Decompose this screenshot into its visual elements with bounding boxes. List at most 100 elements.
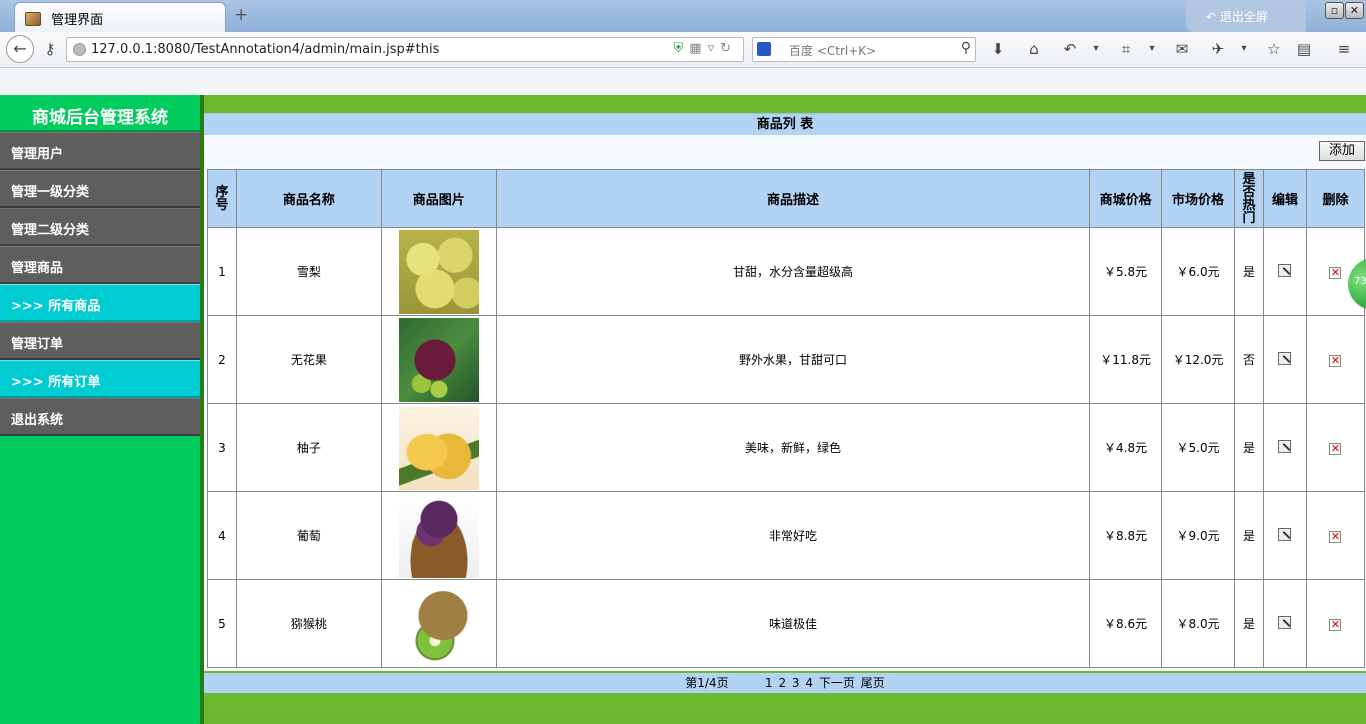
key-icon[interactable]: ⚷ [38,37,62,61]
sidebar: 商城后台管理系统 管理用户 管理一级分类 管理二级分类 管理商品 >>> 所有商… [0,95,200,724]
product-image [398,493,479,578]
table-row: 3 柚子 美味，新鲜，绿色 ￥4.8元 ￥5.0元是 ✕ [207,403,1366,492]
undo-icon[interactable]: ↶ [1058,37,1082,61]
table-row: 1 雪梨 甘甜，水分含量超级高 ￥5.8元 ￥6.0元是 ✕ [207,227,1366,316]
edit-icon[interactable] [1278,615,1292,629]
menu-icon[interactable]: ≡ [1332,37,1356,61]
table-header-row: 序号 商品名称 商品图片 商品描述 商城价格 市场价格 是否热门 编辑 删除 [207,169,1366,228]
cell-market-price: ￥12.0元 [1161,315,1236,404]
search-box[interactable]: 百度 <Ctrl+K> ⚲ [752,37,976,62]
delete-icon[interactable]: ✕ [1329,354,1342,367]
close-window-icon[interactable]: ✕ [1345,2,1364,19]
cell-desc: 非常好吃 [495,491,1091,580]
cell-name: 柚子 [235,403,382,492]
search-icon[interactable]: ⚲ [961,40,971,56]
qr-code-icon[interactable]: ▦ [689,41,707,56]
cell-shop-price: ￥8.6元 [1089,579,1163,668]
header-index-label: 序号 [215,184,229,213]
globe-icon [73,43,86,56]
cell-market-price: ￥6.0元 [1161,227,1236,316]
browser-tabbar: 管理界面 + ↶ 退出全屏 ▫ ✕ [0,0,1366,32]
cell-index: 1 [207,227,237,316]
cell-name: 葡萄 [235,491,382,580]
reading-list-icon[interactable]: ▤ [1292,37,1316,61]
cell-delete: ✕ [1305,579,1366,668]
sidebar-item-manage-category-1[interactable]: 管理一级分类 [0,170,200,208]
bookmark-star-icon[interactable]: ☆ [1262,37,1286,61]
cell-edit [1263,227,1307,316]
exit-fullscreen-label: 退出全屏 [1219,10,1268,24]
main-area: 商品列 表 添加 序号 商品名称 商品图片 商品描述 商城价格 市场价格 是否热… [200,95,1366,724]
extension-icon[interactable]: ✈ [1206,37,1230,61]
crop-icon[interactable]: ⌗ [1114,37,1138,61]
pager-page-4[interactable]: 4 [805,676,813,690]
reload-icon[interactable]: ↻ [720,41,737,56]
cell-index: 3 [207,403,237,492]
restore-window-icon[interactable]: ▫ [1325,2,1344,19]
cell-image [380,403,497,492]
pager-page-2[interactable]: 2 [778,676,786,690]
header-shop-price: 商城价格 [1089,169,1163,228]
cell-hot: 是 [1234,403,1264,492]
sidebar-item-manage-category-2[interactable]: 管理二级分类 [0,208,200,246]
cell-index: 2 [207,315,237,404]
download-icon[interactable]: ⬇ [986,37,1010,61]
cell-hot: 否 [1234,315,1264,404]
browser-tab[interactable]: 管理界面 [14,2,226,32]
dropdown-arrow-icon[interactable]: ▿ [708,41,721,56]
cell-edit [1263,491,1307,580]
sidebar-item-manage-products[interactable]: 管理商品 [0,246,200,284]
cell-shop-price: ￥11.8元 [1089,315,1163,404]
cell-desc: 味道极佳 [495,579,1091,668]
crop-dropdown-icon[interactable]: ▾ [1140,37,1164,61]
pager-next[interactable]: 下一页 [819,676,855,690]
bookmarks-strip [0,68,1366,95]
edit-icon[interactable] [1278,263,1292,277]
undo-dropdown-icon[interactable]: ▾ [1084,37,1108,61]
pager-page-1[interactable]: 1 [765,676,773,690]
delete-icon[interactable]: ✕ [1329,266,1342,279]
exit-fullscreen-button[interactable]: ↶ 退出全屏 [1186,0,1306,32]
home-icon[interactable]: ⌂ [1022,37,1046,61]
header-delete: 删除 [1305,169,1366,228]
cell-market-price: ￥9.0元 [1161,491,1236,580]
baidu-engine-icon[interactable] [757,42,771,56]
delete-icon[interactable]: ✕ [1329,442,1342,455]
add-product-button[interactable]: 添加 [1319,141,1365,161]
sidebar-item-all-orders[interactable]: >>> 所有订单 [0,360,200,398]
pager-info: 第1/4页 [685,676,729,690]
pager-last[interactable]: 尾页 [861,676,885,690]
shield-icon[interactable]: ⛨ [674,41,690,56]
pager-page-3[interactable]: 3 [792,676,800,690]
address-bar[interactable]: 127.0.0.1:8080/TestAnnotation4/admin/mai… [66,37,744,62]
cell-market-price: ￥5.0元 [1161,403,1236,492]
edit-icon[interactable] [1278,439,1292,453]
sidebar-title: 商城后台管理系统 [0,95,200,132]
sidebar-item-all-products[interactable]: >>> 所有商品 [0,284,200,322]
extension-dropdown-icon[interactable]: ▾ [1232,37,1256,61]
edit-icon[interactable] [1278,351,1292,365]
product-table: 序号 商品名称 商品图片 商品描述 商城价格 市场价格 是否热门 编辑 删除 1… [207,169,1366,668]
sidebar-item-logout[interactable]: 退出系统 [0,398,200,436]
sidebar-item-manage-orders[interactable]: 管理订单 [0,322,200,360]
sidebar-item-manage-users[interactable]: 管理用户 [0,132,200,170]
cell-hot: 是 [1234,227,1264,316]
chat-icon[interactable]: ✉ [1170,37,1194,61]
edit-icon[interactable] [1278,527,1292,541]
cell-hot: 是 [1234,491,1264,580]
cell-delete: ✕ [1305,315,1366,404]
header-hot-label: 是否热门 [1242,171,1256,226]
new-tab-button[interactable]: + [234,5,248,25]
delete-icon[interactable]: ✕ [1329,618,1342,631]
search-placeholder: 百度 <Ctrl+K> [789,44,877,58]
table-row: 2 无花果 野外水果，甘甜可口 ￥11.8元 ￥12.0元否 ✕ [207,315,1366,404]
header-market-price: 市场价格 [1161,169,1236,228]
header-edit: 编辑 [1263,169,1307,228]
delete-icon[interactable]: ✕ [1329,530,1342,543]
pager: 第1/4页 1 2 3 4 下一页 尾页 [204,673,1366,693]
back-arrow-icon[interactable]: ← [6,35,34,63]
cell-shop-price: ￥8.8元 [1089,491,1163,580]
product-image [398,317,479,402]
cell-hot: 是 [1234,579,1264,668]
cell-image [380,491,497,580]
